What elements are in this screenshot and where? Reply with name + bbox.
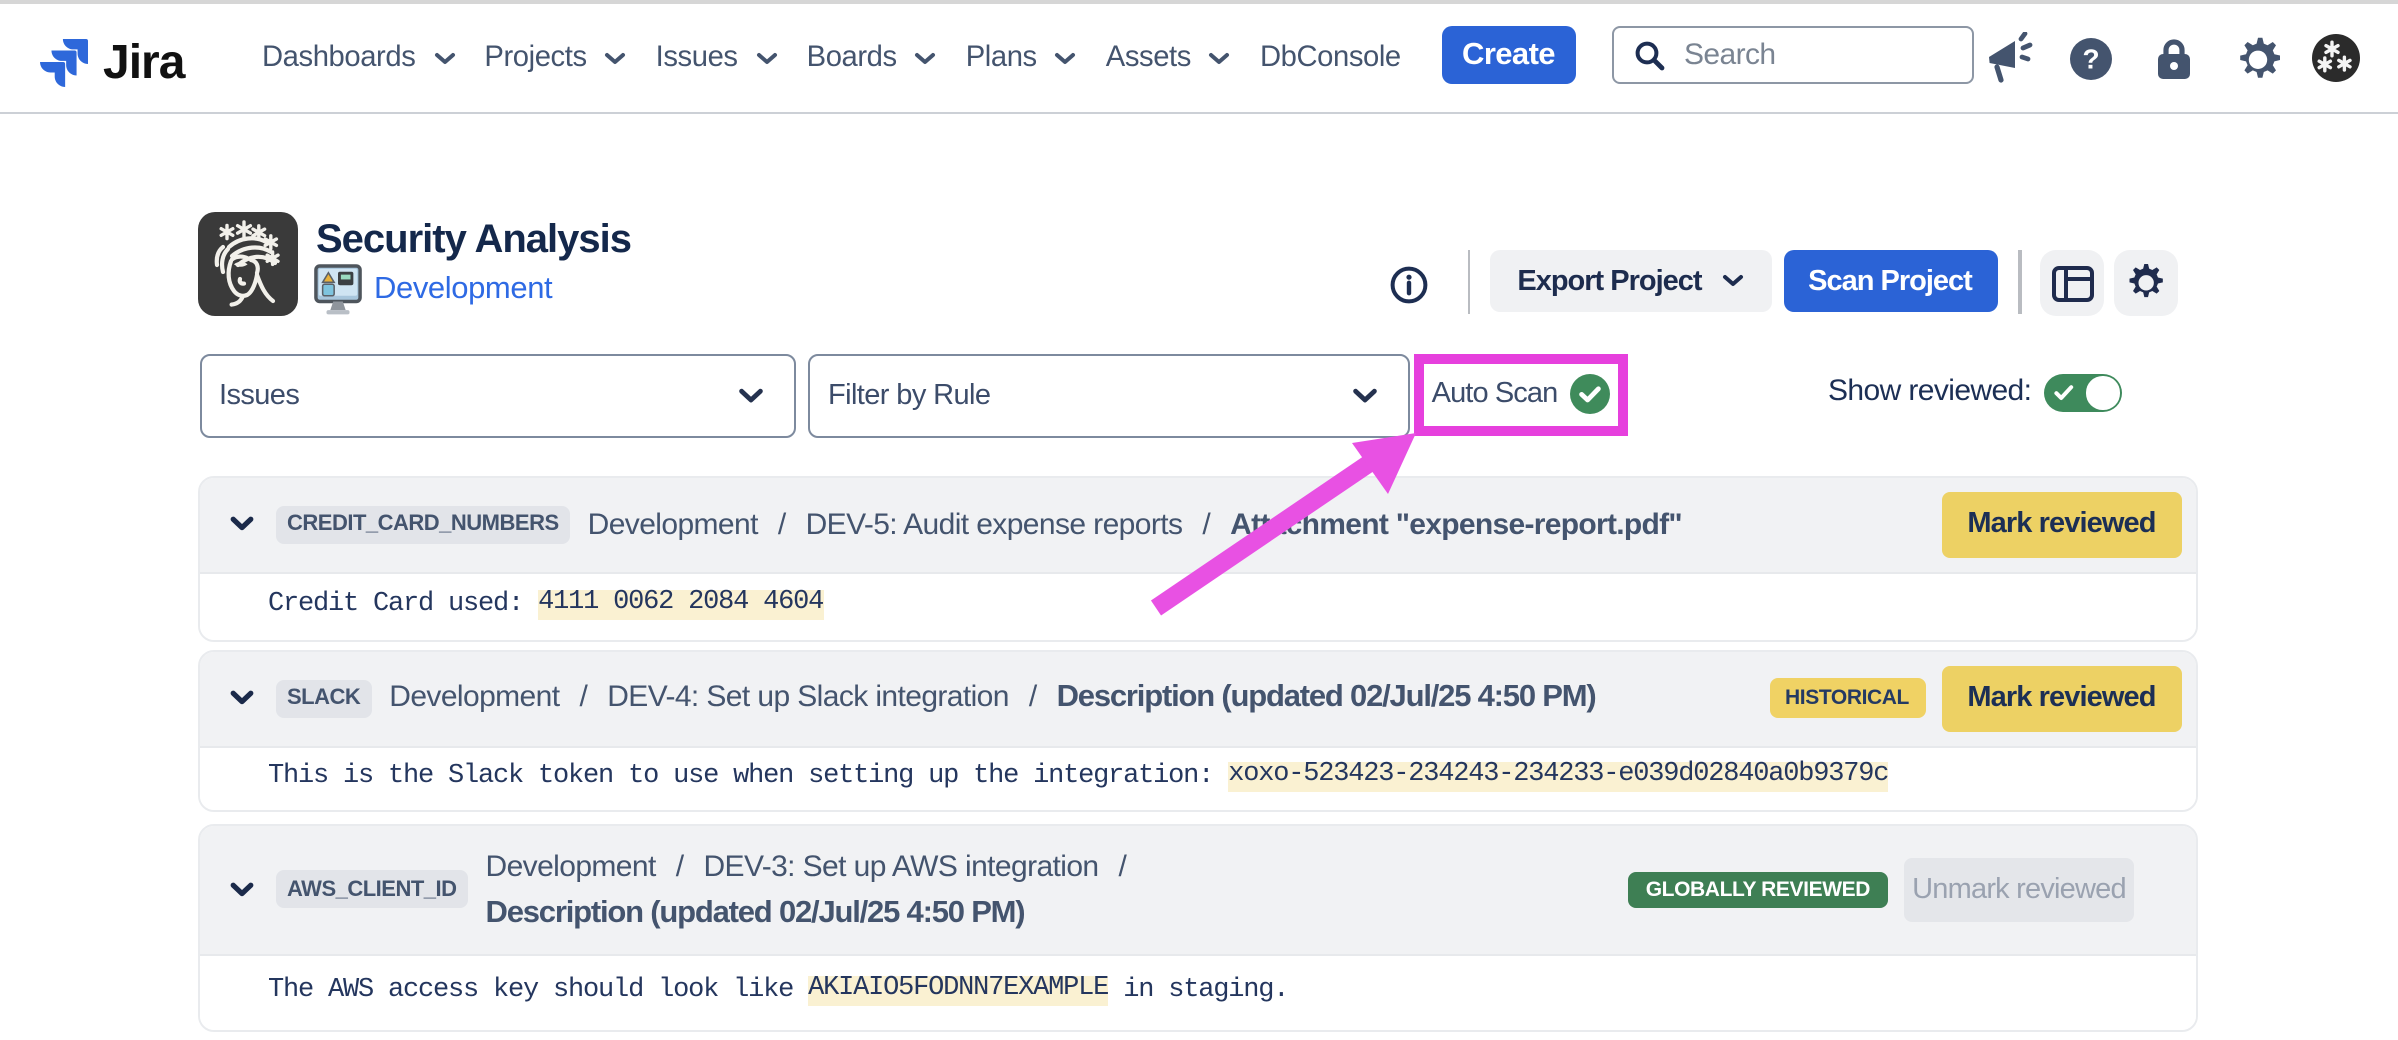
svg-text:?: ? [2081, 43, 2098, 74]
